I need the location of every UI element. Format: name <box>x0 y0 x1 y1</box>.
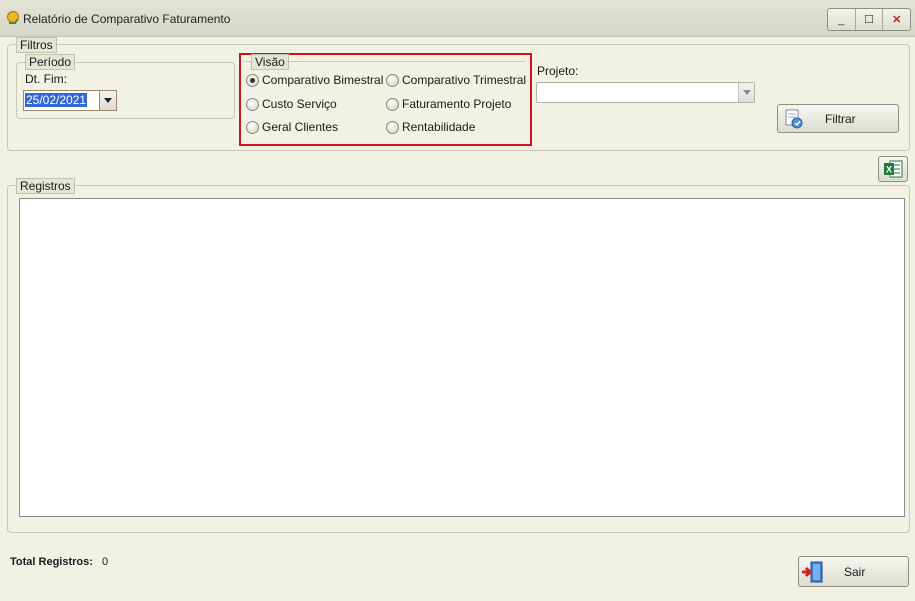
svg-text:X: X <box>886 165 892 175</box>
records-group-label: Registros <box>16 178 75 194</box>
filter-icon <box>783 108 805 130</box>
radio-faturamento-projeto[interactable]: Faturamento Projeto <box>386 97 511 111</box>
end-date-value[interactable]: 25/02/2021 <box>25 93 88 107</box>
excel-icon: X <box>883 159 903 179</box>
excel-export-button[interactable]: X <box>878 156 908 182</box>
radio-custo-servico[interactable]: Custo Serviço <box>246 97 337 111</box>
project-dropdown-button[interactable] <box>738 83 754 102</box>
radio-icon[interactable] <box>386 120 399 134</box>
radio-icon[interactable] <box>386 73 399 87</box>
title-bar-divider <box>0 36 915 37</box>
app-icon <box>6 10 22 26</box>
radio-icon[interactable] <box>246 120 259 134</box>
total-records-value: 0 <box>102 556 109 568</box>
filters-group-label: Filtros <box>16 37 57 53</box>
chevron-down-icon <box>742 90 751 95</box>
period-group-label: Período <box>25 54 76 70</box>
radio-geral-clientes[interactable]: Geral Clientes <box>246 120 338 134</box>
radio-icon[interactable] <box>386 97 399 111</box>
project-combobox[interactable] <box>536 82 755 103</box>
exit-door-icon <box>801 560 825 584</box>
window-title: Relatório de Comparativo Faturamento <box>23 12 231 26</box>
project-label: Projeto: <box>537 64 579 78</box>
exit-button-label: Sair <box>844 564 866 579</box>
radio-icon[interactable] <box>246 73 259 87</box>
view-group-label: Visão <box>251 54 289 70</box>
exit-button[interactable]: Sair <box>798 556 909 587</box>
radio-comparativo-bimestral[interactable]: Comparativo Bimestral <box>246 73 383 87</box>
end-date-label: Dt. Fim: <box>25 72 67 86</box>
window-controls: _ ☐ ✕ <box>827 8 911 31</box>
date-dropdown-button[interactable] <box>99 91 116 110</box>
close-button[interactable]: ✕ <box>883 9 910 30</box>
end-date-picker[interactable]: 25/02/2021 <box>23 90 117 111</box>
radio-icon[interactable] <box>246 97 259 111</box>
maximize-button[interactable]: ☐ <box>856 9 884 30</box>
radio-comparativo-trimestral[interactable]: Comparativo Trimestral <box>386 73 526 87</box>
minimize-button[interactable]: _ <box>828 9 856 30</box>
records-grid[interactable] <box>19 198 905 517</box>
filter-button[interactable]: Filtrar <box>777 104 899 133</box>
filter-button-label: Filtrar <box>825 111 856 126</box>
total-records-label: Total Registros: <box>10 556 93 568</box>
radio-rentabilidade[interactable]: Rentabilidade <box>386 120 475 134</box>
chevron-down-icon <box>104 98 112 103</box>
